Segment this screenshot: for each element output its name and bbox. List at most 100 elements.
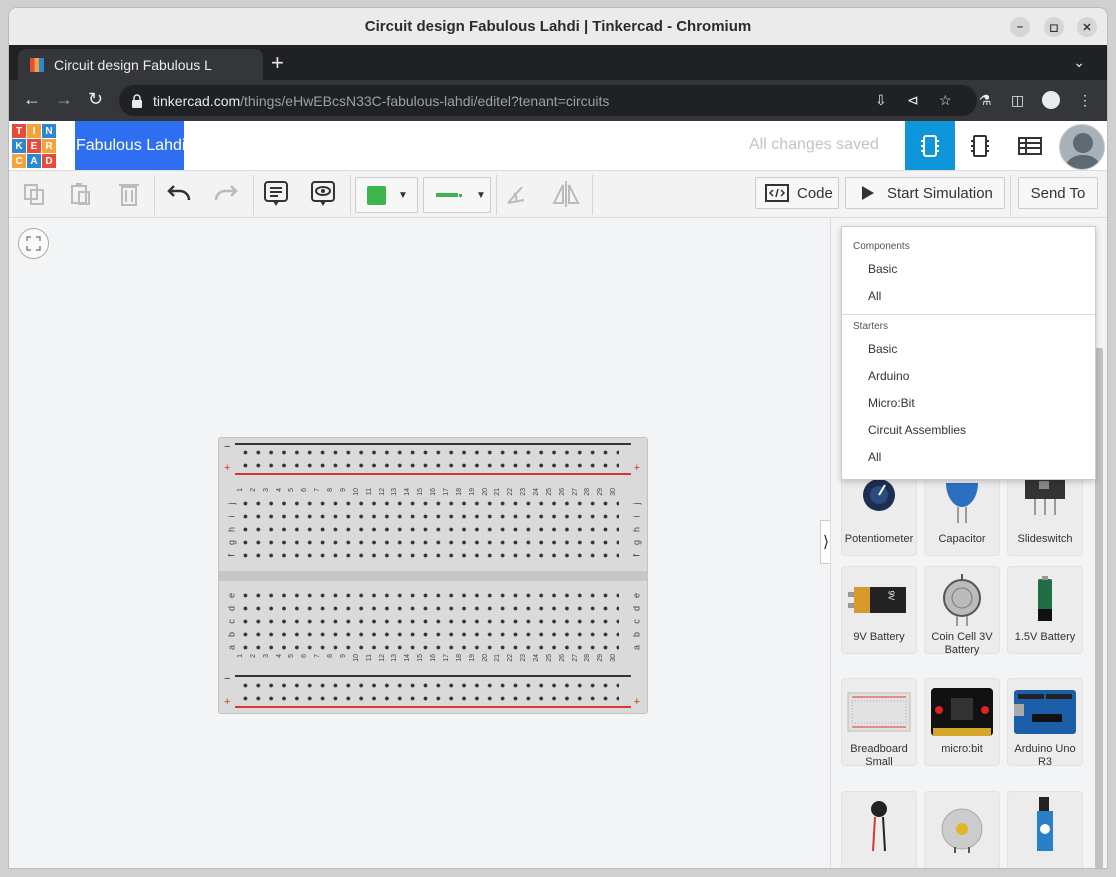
column-number: 19 (468, 488, 476, 496)
minimize-icon[interactable]: – (1010, 17, 1030, 37)
color-picker[interactable]: ▼ (355, 177, 418, 213)
component-label: 9V Battery (853, 631, 905, 643)
reload-icon[interactable]: ↻ (88, 89, 103, 110)
paste-icon[interactable] (65, 180, 95, 208)
schematic-view-icon (971, 134, 989, 157)
component-card[interactable]: Coin Cell 3V Battery (924, 566, 1000, 656)
user-avatar[interactable] (1059, 124, 1105, 170)
component-label: Potentiometer (844, 533, 914, 545)
lock-icon (132, 93, 142, 108)
breadboard[interactable]: − + + 1 2 3 4 5 6 7 8 9 10 11 12 13 14 15 16 17 18 19 20 21 2… (218, 437, 648, 714)
component-card[interactable]: Capacitor (924, 468, 1000, 556)
new-tab-icon[interactable]: + (271, 52, 284, 74)
bottom-power-rail (239, 679, 619, 705)
undo-icon[interactable] (164, 180, 194, 208)
bookmark-star-icon[interactable]: ☆ (939, 92, 952, 109)
profile-icon[interactable] (1042, 91, 1060, 109)
top-power-rail (239, 446, 619, 472)
microbit-icon (929, 687, 995, 737)
component-card[interactable]: 9V 9V Battery (841, 566, 917, 654)
column-number: 7 (314, 488, 322, 492)
column-numbers-bottom: 1 2 3 4 5 6 7 8 9 10 11 12 13 14 15 16 17 18 19 20 21 22 23 24 2… (237, 654, 619, 663)
row-letter: j (226, 502, 237, 505)
column-number: 10 (352, 488, 360, 496)
component-card[interactable]: Arduino Uno R3 (1007, 678, 1083, 768)
circuit-view-button[interactable] (905, 121, 955, 170)
tab-search-chevron-icon[interactable]: ⌄ (1073, 54, 1085, 71)
delete-trash-icon[interactable] (114, 180, 144, 208)
center-channel (219, 571, 647, 581)
labs-flask-icon[interactable]: ⚗ (979, 92, 992, 109)
maximize-icon[interactable]: ◻ (1044, 17, 1064, 37)
window-titlebar: Circuit design Fabulous Lahdi | Tinkerca… (9, 8, 1107, 45)
wire-type-picker[interactable]: ▼ (423, 177, 491, 213)
column-number: 5 (288, 654, 296, 658)
row-letter: e (631, 593, 642, 599)
column-number: 6 (301, 654, 309, 658)
component-card[interactable] (924, 791, 1000, 868)
schematic-view-button[interactable] (955, 121, 1005, 170)
menu-item-starters-circuit-assemblies[interactable]: Circuit Assemblies (868, 423, 966, 437)
notes-icon[interactable] (261, 180, 291, 208)
column-number: 21 (494, 488, 502, 496)
tinkercad-logo[interactable]: TIN KER CAD (12, 124, 56, 168)
logo-letter: N (42, 124, 56, 138)
side-panel-icon[interactable]: ◫ (1011, 92, 1024, 109)
menu-item-components-all[interactable]: All (868, 289, 881, 303)
component-card[interactable]: Potentiometer (841, 468, 917, 556)
flip-icon[interactable] (551, 180, 581, 208)
redo-icon[interactable] (211, 180, 241, 208)
row-letter: h (226, 527, 237, 533)
column-number: 5 (288, 488, 296, 492)
logo-letter: I (27, 124, 41, 138)
component-card[interactable]: Slideswitch (1007, 468, 1083, 556)
component-card[interactable] (841, 791, 917, 868)
panel-scrollbar[interactable] (1095, 348, 1103, 868)
share-icon[interactable]: ⊲ (907, 92, 919, 109)
menu-item-starters-all[interactable]: All (868, 450, 881, 464)
design-name-field[interactable]: Fabulous Lahdi (75, 121, 184, 170)
chevron-right-icon: ⟩ (822, 534, 830, 551)
column-number: 13 (391, 488, 399, 496)
rail-plus-label: + (224, 462, 231, 474)
back-icon[interactable]: ← (23, 89, 41, 110)
rail-plus-label: + (633, 696, 640, 708)
install-icon[interactable]: ⇩ (875, 92, 887, 109)
notes-visibility-icon[interactable] (308, 180, 338, 208)
rotate-icon[interactable] (502, 180, 532, 208)
workplane-canvas[interactable]: − + + 1 2 3 4 5 6 7 8 9 10 11 12 13 14 15 16 17 18 19 20 21 2… (9, 218, 830, 868)
negative-rail-line (235, 675, 631, 677)
start-simulation-button[interactable]: Start Simulation (845, 177, 1005, 209)
browser-tab[interactable]: Circuit design Fabulous L (18, 49, 263, 80)
url-field[interactable]: tinkercad.com/things/eHwEBcsN33C-fabulou… (119, 85, 977, 116)
menu-item-starters-microbit[interactable]: Micro:Bit (868, 396, 915, 410)
column-number: 27 (571, 488, 579, 496)
column-number: 28 (584, 654, 592, 662)
component-card[interactable]: 1.5V Battery (1007, 566, 1083, 654)
component-label: Slideswitch (1017, 533, 1073, 545)
browser-window: Circuit design Fabulous Lahdi | Tinkerca… (9, 8, 1107, 868)
servo-icon (1025, 797, 1065, 851)
menu-item-components-basic[interactable]: Basic (868, 262, 897, 276)
menu-item-starters-basic[interactable]: Basic (868, 342, 897, 356)
send-to-button[interactable]: Send To (1018, 177, 1098, 209)
component-card[interactable] (1007, 791, 1083, 868)
column-number: 2 (249, 654, 257, 658)
close-icon[interactable]: ✕ (1077, 17, 1097, 37)
row-letters-left: e d c b a (227, 589, 237, 654)
menu-item-starters-arduino[interactable]: Arduino (868, 369, 909, 383)
menu-kebab-icon[interactable]: ⋮ (1078, 92, 1092, 109)
zoom-to-fit-button[interactable] (18, 228, 49, 259)
component-list-button[interactable] (1005, 121, 1055, 170)
forward-icon[interactable]: → (55, 89, 73, 110)
row-letter: i (631, 515, 642, 518)
column-number: 24 (533, 654, 540, 662)
rail-minus-label: − (224, 441, 231, 453)
component-card[interactable]: Breadboard Small (841, 678, 917, 768)
capacitor-icon (932, 477, 992, 527)
code-button[interactable]: Code (755, 177, 839, 209)
component-card[interactable]: micro:bit (924, 678, 1000, 766)
column-number: 22 (507, 654, 515, 662)
copy-icon[interactable] (19, 180, 49, 208)
row-letter: a (226, 645, 237, 651)
